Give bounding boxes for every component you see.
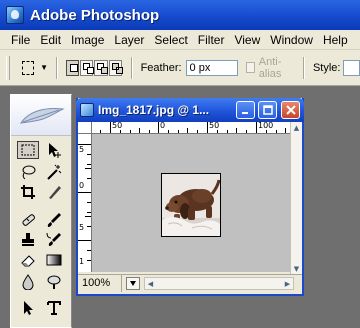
- eraser-tool-icon[interactable]: [17, 251, 39, 269]
- canvas-area[interactable]: [92, 134, 290, 272]
- new-selection-button[interactable]: [65, 59, 80, 76]
- gradient-tool-icon[interactable]: [43, 251, 65, 269]
- separator: [130, 56, 133, 79]
- horizontal-scrollbar[interactable]: ◀ ▶: [144, 277, 294, 290]
- clone-stamp-tool-icon[interactable]: [17, 231, 39, 249]
- maximize-button[interactable]: [258, 101, 277, 119]
- menu-edit[interactable]: Edit: [35, 33, 66, 47]
- scroll-down-icon[interactable]: ▼: [291, 263, 302, 274]
- rectangular-marquee-tool-icon[interactable]: [17, 141, 39, 159]
- move-tool-icon[interactable]: [43, 141, 65, 159]
- style-label: Style:: [312, 61, 341, 74]
- close-button[interactable]: [281, 101, 300, 119]
- minimize-icon: [241, 112, 248, 114]
- toolbox: [10, 94, 72, 328]
- vertical-scrollbar[interactable]: ▲ ▼: [290, 122, 302, 274]
- history-brush-tool-icon[interactable]: [43, 231, 65, 249]
- brush-tool-icon[interactable]: [43, 211, 65, 229]
- scroll-left-icon[interactable]: ◀: [145, 278, 156, 289]
- document-title: Img_1817.jpg @ 1...: [98, 103, 210, 117]
- ruler-origin[interactable]: [78, 122, 92, 134]
- intersect-selection-button[interactable]: [108, 59, 123, 76]
- ruler-label: 50: [112, 122, 123, 130]
- menu-image[interactable]: Image: [66, 33, 109, 47]
- dodge-tool-icon[interactable]: [43, 273, 65, 291]
- slice-tool-icon[interactable]: [43, 183, 65, 201]
- ruler-label: 1: [79, 257, 85, 266]
- document-window: Img_1817.jpg @ 1... 50 0 50 100 5 0 5 1 …: [76, 98, 304, 296]
- type-tool-icon[interactable]: [43, 299, 65, 317]
- add-to-selection-button[interactable]: [80, 59, 95, 76]
- separator: [55, 56, 58, 79]
- ruler-label: 50: [209, 122, 220, 130]
- style-select[interactable]: [343, 59, 360, 76]
- ruler-label: 5: [79, 223, 85, 232]
- menu-window[interactable]: Window: [265, 33, 318, 47]
- feather-label: Feather:: [140, 61, 182, 74]
- ruler-label: 5: [79, 145, 85, 154]
- options-bar: ▼ Feather: Anti-alias Style:: [0, 50, 360, 86]
- tool-preset-dropdown-icon[interactable]: ▼: [40, 63, 48, 72]
- healing-brush-tool-icon[interactable]: [17, 211, 39, 229]
- dog-photo-image[interactable]: [161, 173, 221, 237]
- ruler-label: 100: [258, 122, 274, 130]
- document-status-bar: 100% ◀ ▶: [78, 274, 302, 292]
- ruler-label: 0: [160, 122, 166, 130]
- scroll-up-icon[interactable]: ▲: [291, 122, 302, 133]
- antialias-checkbox[interactable]: [245, 62, 255, 73]
- subtract-from-selection-button[interactable]: [94, 59, 109, 76]
- menu-file[interactable]: File: [6, 33, 35, 47]
- menu-bar: File Edit Image Layer Select Filter View…: [0, 30, 360, 50]
- photoshop-logo-icon: [6, 6, 24, 24]
- dachshund-picture: [162, 174, 220, 236]
- rectangular-marquee-preset-icon[interactable]: [22, 60, 35, 75]
- app-title-bar[interactable]: Adobe Photoshop: [0, 0, 360, 30]
- vertical-ruler[interactable]: 5 0 5 1: [78, 134, 92, 272]
- zoom-level-field[interactable]: 100%: [78, 275, 122, 292]
- blur-tool-icon[interactable]: [17, 273, 39, 291]
- horizontal-ruler[interactable]: 50 0 50 100: [92, 122, 290, 134]
- crop-tool-icon[interactable]: [17, 183, 39, 201]
- minimize-button[interactable]: [236, 101, 255, 119]
- vertical-ruler-ticks: [78, 144, 91, 261]
- menu-select[interactable]: Select: [149, 33, 192, 47]
- menu-view[interactable]: View: [229, 33, 265, 47]
- menu-layer[interactable]: Layer: [109, 33, 149, 47]
- antialias-label: Anti-alias: [258, 55, 282, 80]
- close-icon: [285, 105, 296, 115]
- status-menu-button[interactable]: [126, 277, 140, 290]
- magic-wand-tool-icon[interactable]: [43, 163, 65, 181]
- status-menu-icon: [130, 280, 136, 286]
- lasso-tool-icon[interactable]: [17, 163, 39, 181]
- maximize-icon: [262, 105, 273, 115]
- menu-help[interactable]: Help: [318, 33, 353, 47]
- feather-input[interactable]: [185, 59, 238, 76]
- scroll-right-icon[interactable]: ▶: [282, 278, 293, 289]
- document-icon: [80, 103, 94, 117]
- ruler-label: 0: [79, 181, 85, 190]
- app-title: Adobe Photoshop: [30, 6, 160, 24]
- menu-filter[interactable]: Filter: [193, 33, 230, 47]
- path-selection-tool-icon[interactable]: [17, 299, 39, 317]
- separator: [303, 56, 305, 79]
- toolbox-header[interactable]: [11, 95, 71, 136]
- options-bar-grip[interactable]: [6, 55, 11, 80]
- feather-icon: [19, 108, 65, 124]
